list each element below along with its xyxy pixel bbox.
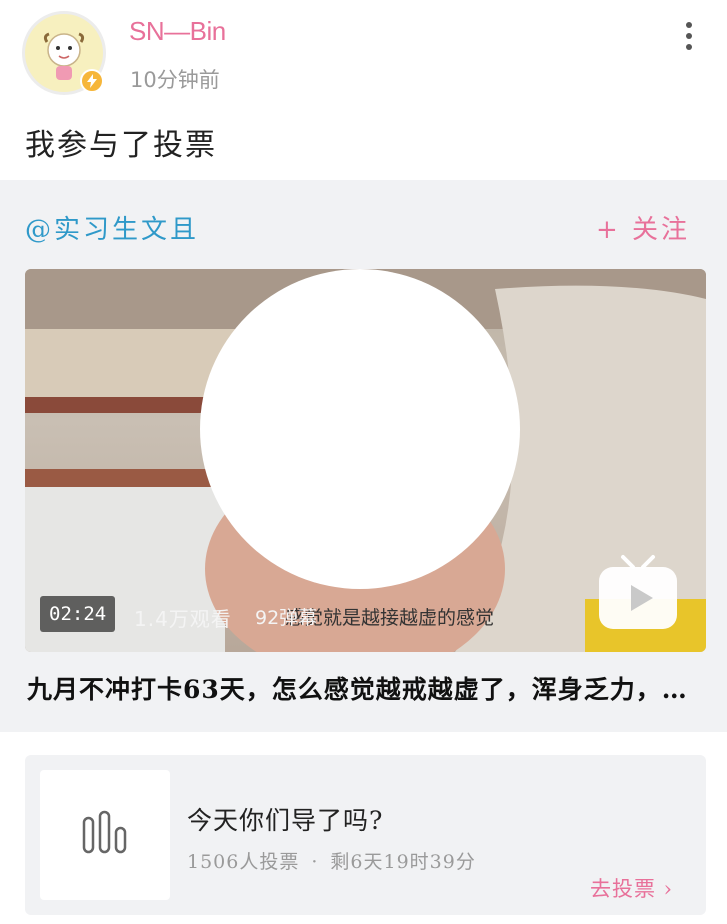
vote-meta: 1506人投票 · 剩6天19时39分 [187, 847, 476, 874]
play-icon[interactable] [597, 553, 679, 633]
video-duration: 02:24 [40, 596, 116, 632]
vote-thumbnail [40, 770, 170, 900]
vote-card[interactable]: 今天你们导了吗? 1506人投票 · 剩6天19时39分 去投票 › [25, 755, 706, 915]
username[interactable]: SN—Bin [129, 16, 226, 47]
vote-meta-separator: · [311, 851, 319, 873]
go-vote-button[interactable]: 去投票 › [590, 873, 673, 903]
video-views: 1.4万观看 [134, 607, 232, 631]
video-thumbnail[interactable]: 02:24 1.4万观看 感觉就是越接越虚的感觉 92弹幕 [25, 269, 706, 652]
vote-remaining-time: 剩6天19时39分 [330, 851, 476, 873]
vote-bars-icon [82, 810, 127, 854]
vote-participants: 1506人投票 [187, 851, 300, 873]
mention-link[interactable]: @实习生文且 [25, 209, 199, 246]
lightning-badge-icon [80, 69, 104, 93]
video-danmaku-count: 92弹幕 [255, 607, 318, 629]
repost-panel[interactable]: @实习生文且 + 关注 02:24 1.4万观看 感觉就是越接越虚的感觉 92弹… [0, 180, 727, 732]
post-text: 我参与了投票 [25, 128, 217, 163]
more-vertical-icon[interactable] [681, 22, 697, 56]
post-timestamp: 10分钟前 [130, 68, 220, 92]
vote-question: 今天你们导了吗? [187, 806, 384, 835]
video-title[interactable]: 九月不冲打卡63天，怎么感觉越戒越虚了，浑身乏力，头脑昏沉 [27, 670, 702, 706]
follow-button[interactable]: + 关注 [596, 209, 690, 246]
